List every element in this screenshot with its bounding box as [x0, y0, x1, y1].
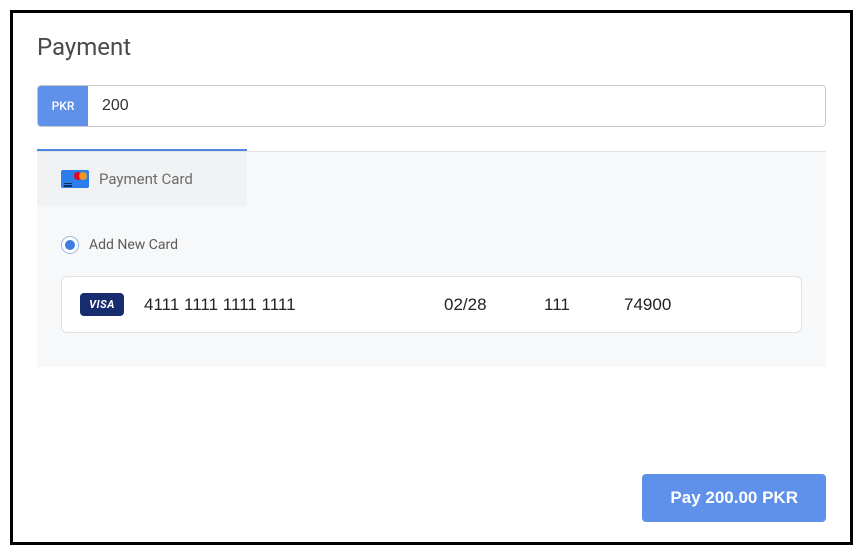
- card-brand-icon: [61, 170, 89, 188]
- payment-method-label: Payment Card: [99, 170, 193, 188]
- amount-row: PKR: [37, 85, 826, 127]
- radio-button-icon: [61, 236, 79, 254]
- payment-method-section: Payment Card Add New Card VISA: [37, 152, 826, 367]
- amount-input[interactable]: [88, 86, 825, 126]
- currency-label: PKR: [38, 86, 88, 126]
- card-entry-row: VISA: [61, 276, 802, 333]
- payment-method-body: Add New Card VISA: [37, 206, 826, 367]
- card-cvc-input[interactable]: [544, 295, 604, 315]
- payment-panel: Payment PKR Payment Card Add New Card: [10, 10, 853, 545]
- card-expiry-input[interactable]: [444, 295, 524, 315]
- add-new-card-option[interactable]: Add New Card: [61, 236, 802, 254]
- pay-button[interactable]: Pay 200.00 PKR: [642, 474, 826, 522]
- card-number-input[interactable]: [144, 295, 424, 315]
- page-title: Payment: [37, 33, 826, 61]
- add-new-card-label: Add New Card: [89, 237, 178, 253]
- card-zip-input[interactable]: [624, 295, 714, 315]
- tab-payment-card[interactable]: Payment Card: [37, 152, 247, 206]
- visa-icon: VISA: [80, 293, 124, 316]
- tab-indicator: [37, 149, 247, 151]
